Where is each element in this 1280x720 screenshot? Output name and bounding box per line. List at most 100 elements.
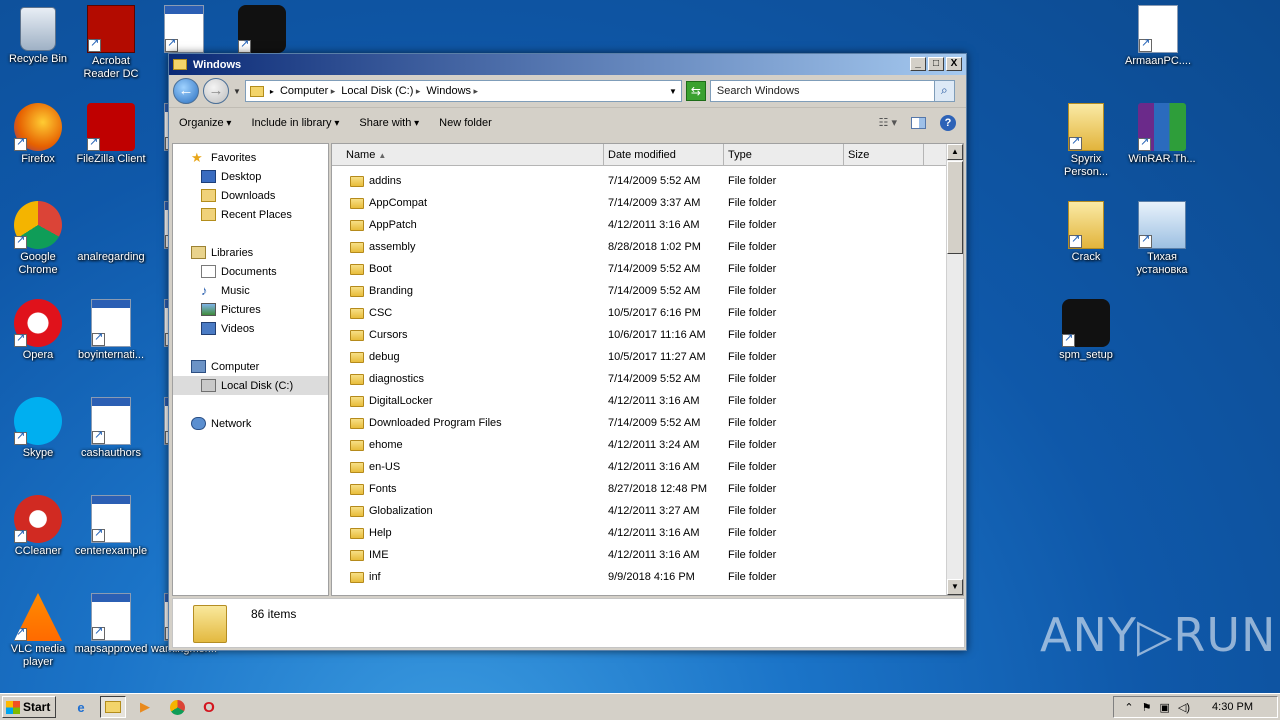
view-options-icon[interactable]: ☷ ▾ — [879, 116, 897, 129]
table-row[interactable]: IME 4/12/2011 3:16 AM File folder — [350, 544, 930, 566]
minimize-button[interactable]: _ — [910, 57, 926, 71]
breadcrumb-local-disk[interactable]: Local Disk (C:) — [341, 85, 420, 97]
table-row[interactable]: inf 9/9/2018 4:16 PM File folder — [350, 566, 930, 588]
forward-button[interactable]: → — [203, 78, 229, 104]
desktop-icon-spm-setup[interactable]: spm_setup — [1048, 299, 1124, 362]
blank-doc-icon — [87, 201, 135, 249]
volume-icon[interactable]: ◁) — [1178, 701, 1190, 714]
nav-network[interactable]: Network — [191, 414, 251, 433]
desktop-icon-armaanpc-[interactable]: ArmaanPC.... — [1120, 5, 1196, 68]
table-row[interactable]: diagnostics 7/14/2009 5:52 AM File folder — [350, 368, 930, 390]
table-row[interactable]: en-US 4/12/2011 3:16 AM File folder — [350, 456, 930, 478]
column-date-modified[interactable]: Date modified — [604, 144, 724, 166]
desktop-icon-firefox[interactable]: Firefox — [0, 103, 76, 166]
table-row[interactable]: debug 10/5/2017 11:27 AM File folder — [350, 346, 930, 368]
table-row[interactable]: DigitalLocker 4/12/2011 3:16 AM File folde… — [350, 390, 930, 412]
close-button[interactable]: X — [946, 57, 962, 71]
nav-computer[interactable]: Computer — [191, 357, 259, 376]
table-row[interactable]: Globalization 4/12/2011 3:27 AM File folde… — [350, 500, 930, 522]
taskbar-explorer-icon[interactable] — [100, 696, 126, 718]
desktop-icon-mapsapproved[interactable]: mapsapproved — [73, 593, 149, 656]
desktop-icon-winrar-th-[interactable]: WinRAR.Th... — [1124, 103, 1200, 166]
table-row[interactable]: Fonts 8/27/2018 12:48 PM File folder — [350, 478, 930, 500]
desktop-icon-vlc-media-player[interactable]: VLC media player — [0, 593, 76, 669]
desktop-icon-spyrix-person-[interactable]: Spyrix Person... — [1048, 103, 1124, 179]
desktop-icon-skype[interactable]: Skype — [0, 397, 76, 460]
clock[interactable]: 4:30 PM — [1212, 701, 1253, 713]
nav-libraries[interactable]: Libraries — [191, 243, 253, 262]
taskbar-media-player-icon[interactable]: ▶ — [132, 696, 158, 718]
file-date: 8/28/2018 1:02 PM — [608, 241, 701, 253]
nav-local-disk[interactable]: Local Disk (C:) — [173, 376, 328, 395]
desktop-icon-тихая-установка[interactable]: Тихая установка — [1124, 201, 1200, 277]
nav-documents[interactable]: Documents — [201, 262, 277, 281]
taskbar-ie-icon[interactable]: e — [68, 696, 94, 718]
column-name[interactable]: Name ▲ — [332, 144, 604, 166]
address-box[interactable]: ▸ Computer Local Disk (C:) Windows ▼ — [244, 80, 682, 102]
scroll-thumb[interactable] — [947, 161, 963, 254]
taskbar-chrome-icon[interactable] — [164, 696, 190, 718]
table-row[interactable]: AppPatch 4/12/2011 3:16 AM File folder — [350, 214, 930, 236]
chevron-down-icon[interactable]: ▼ — [233, 87, 241, 96]
action-center-icon[interactable]: ⚑ — [1142, 701, 1152, 714]
file-name: CSC — [369, 307, 393, 319]
table-row[interactable]: Boot 7/14/2009 5:52 AM File folder — [350, 258, 930, 280]
table-row[interactable]: CSC 10/5/2017 6:16 PM File folder — [350, 302, 930, 324]
table-row[interactable]: addins 7/14/2009 5:52 AM File folder — [350, 170, 930, 192]
table-row[interactable]: Downloaded Program Files 7/14/2009 5:52 A… — [350, 412, 930, 434]
desktop-icon-boyinternati-[interactable]: boyinternati... — [73, 299, 149, 362]
column-size[interactable]: Size — [844, 144, 924, 166]
nav-downloads[interactable]: Downloads — [201, 186, 275, 205]
search-icon[interactable]: ⌕ — [933, 81, 954, 101]
desktop-icon-crack[interactable]: Crack — [1048, 201, 1124, 264]
file-type: File folder — [728, 373, 777, 385]
desktop-icon-centerexample[interactable]: centerexample — [73, 495, 149, 558]
taskbar-opera-icon[interactable]: O — [196, 696, 222, 718]
nav-favorites[interactable]: ★ Favorites — [191, 148, 256, 167]
table-row[interactable]: Cursors 10/6/2017 11:16 AM File folder — [350, 324, 930, 346]
maximize-button[interactable]: □ — [928, 57, 944, 71]
chevron-up-icon[interactable]: ⌃ — [1124, 701, 1133, 714]
help-icon[interactable]: ? — [940, 114, 956, 131]
address-dropdown-icon[interactable]: ▼ — [669, 87, 677, 96]
preview-pane-icon[interactable] — [911, 116, 926, 129]
nav-recent-places[interactable]: Recent Places — [201, 205, 292, 224]
nav-music[interactable]: ♪ Music — [201, 281, 250, 300]
network-tray-icon[interactable]: ▣ — [1160, 701, 1170, 714]
desktop-icon-filezilla-client[interactable]: FileZilla Client — [73, 103, 149, 166]
include-in-library-button[interactable]: Include in library — [251, 117, 339, 129]
desktop-icon-analregarding[interactable]: analregarding — [73, 201, 149, 264]
nav-videos[interactable]: Videos — [201, 319, 254, 338]
desktop-icon-opera[interactable]: Opera — [0, 299, 76, 362]
back-button[interactable]: ← — [173, 78, 199, 104]
desktop-icon-recycle-bin[interactable]: Recycle Bin — [0, 5, 76, 66]
desktop-icon-label: VLC media player — [10, 643, 66, 668]
desktop-icon-acrobat-reader-dc[interactable]: Acrobat Reader DC — [73, 5, 149, 81]
scroll-down-icon[interactable]: ▼ — [947, 579, 963, 595]
start-button[interactable]: Start — [2, 696, 56, 718]
new-folder-button[interactable]: New folder — [439, 117, 492, 129]
desktop-icon-spm-icon[interactable] — [224, 5, 300, 55]
breadcrumb-windows[interactable]: Windows — [426, 85, 478, 97]
refresh-button[interactable]: ⇆ — [685, 81, 706, 101]
desktop-icon-ccleaner[interactable]: CCleaner — [0, 495, 76, 558]
file-date: 4/12/2011 3:16 AM — [608, 527, 700, 539]
column-type[interactable]: Type — [724, 144, 844, 166]
share-with-button[interactable]: Share with — [359, 117, 419, 129]
title-bar[interactable]: Windows _ □ X — [169, 54, 966, 75]
table-row[interactable]: ehome 4/12/2011 3:24 AM File folder — [350, 434, 930, 456]
nav-pictures[interactable]: Pictures — [201, 300, 261, 319]
desktop-icon-label: Spyrix Person... — [1063, 153, 1109, 178]
vertical-scrollbar[interactable]: ▲ ▼ — [946, 144, 963, 595]
table-row[interactable]: AppCompat 7/14/2009 3:37 AM File folder — [350, 192, 930, 214]
table-row[interactable]: assembly 8/28/2018 1:02 PM File folder — [350, 236, 930, 258]
table-row[interactable]: Branding 7/14/2009 5:52 AM File folder — [350, 280, 930, 302]
organize-button[interactable]: Organize — [179, 117, 231, 129]
nav-desktop[interactable]: Desktop — [201, 167, 261, 186]
scroll-up-icon[interactable]: ▲ — [947, 144, 963, 160]
desktop-icon-google-chrome[interactable]: Google Chrome — [0, 201, 76, 277]
search-input[interactable]: Search Windows ⌕ — [709, 80, 955, 102]
table-row[interactable]: Help 4/12/2011 3:16 AM File folder — [350, 522, 930, 544]
breadcrumb-computer[interactable]: Computer — [280, 85, 335, 97]
desktop-icon-cashauthors[interactable]: cashauthors — [73, 397, 149, 460]
